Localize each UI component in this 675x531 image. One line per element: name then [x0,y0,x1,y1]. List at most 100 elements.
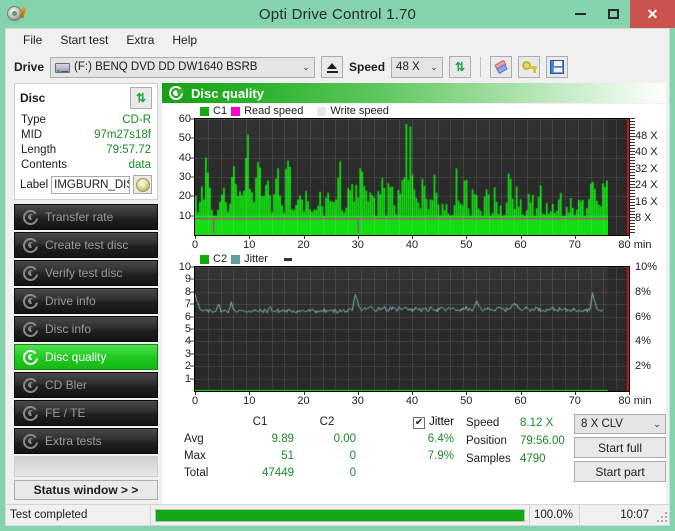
elapsed-time: 10:07 [579,505,653,525]
disc-quality-icon [169,86,185,100]
drive-select[interactable]: (F:) BENQ DVD DD DW1640 BSRB ⌄ [50,56,316,78]
jitter-checkbox[interactable]: ✔ [413,416,426,429]
x-tick-label: 0 [191,395,199,407]
speed-select[interactable]: 48 X ⌄ [391,56,444,78]
sidebar: Disc ⇅ Type CD-R MID 97m27s18f Length 79… [6,83,162,504]
sidebar-item-drive-info[interactable]: Drive info [14,288,158,314]
menu-help[interactable]: Help [163,31,206,49]
maximize-button[interactable] [597,0,630,28]
sidebar-item-fe-te[interactable]: FE / TE [14,400,158,426]
save-button[interactable] [546,56,569,78]
save-floppy-icon [550,60,565,74]
disc-row-type-key: Type [21,114,46,126]
speed-label: Speed [349,60,386,74]
disc-label-key: Label [20,178,49,191]
x-tick-label: 50 [460,395,473,407]
legend-swatch-jitter [231,254,241,264]
progress-percent: 100.0% [529,505,579,525]
y2-tick-label: 40 X [635,146,658,159]
progress-bar [155,508,525,522]
stats-header-jitter: Jitter [429,416,454,428]
y2-tick-label: 4% [635,335,651,348]
sidebar-item-extra-tests[interactable]: Extra tests [14,428,158,454]
sidebar-item-label: FE / TE [45,406,86,420]
x-tick-label: 60 [514,395,527,407]
sidebar-item-cd-bler[interactable]: CD Bler [14,372,158,398]
c2-plot-area[interactable] [194,266,630,392]
menu-start-test[interactable]: Start test [51,31,117,49]
sidebar-item-label: CD Bler [45,378,88,392]
erase-button[interactable] [490,56,513,78]
disc-label-row: Label IMGBURN_DIS [20,175,152,194]
x-tick-label: 60 [514,239,527,251]
test-speed-select[interactable]: 8 X CLV ⌄ [574,414,666,434]
menu-file[interactable]: File [14,31,51,49]
main-panel: Disc quality C1 Read speed Write speed 1… [162,83,672,504]
sidebar-item-label: Create test disc [45,238,129,252]
c1-legend: C1 Read speed Write speed [162,104,666,118]
disc-test-icon [23,237,40,253]
status-text: Test completed [10,509,88,521]
disc-test-icon [23,377,40,393]
x-tick-label: 30 [351,239,364,251]
jitter-toggle[interactable]: ✔ Jitter [398,414,456,431]
disc-test-icon [23,349,40,365]
stats-corner [162,414,224,431]
sidebar-item-transfer-rate[interactable]: Transfer rate [14,204,158,230]
panel-title: Disc quality [191,85,264,101]
c1-chart-block: C1 Read speed Write speed 10 20 30 40 50 60 8… [162,104,666,252]
sidebar-item-disc-quality[interactable]: Disc quality [14,344,158,370]
disc-refresh-button[interactable]: ⇅ [130,87,152,109]
minimize-button[interactable] [564,0,597,28]
disc-test-icon [23,265,40,281]
disc-test-icon [23,293,40,309]
eject-button[interactable] [321,56,344,78]
refresh-button[interactable]: ⇅ [449,56,472,78]
menu-extra[interactable]: Extra [117,31,163,49]
stats-max-jitter: 7.9% [427,450,454,462]
status-window-button[interactable]: Status window > > [14,480,158,500]
key-icon [521,60,537,74]
x-tick-label: 10 [243,395,256,407]
stats-avg-jitter: 6.4% [427,433,454,445]
status-bar: Test completed 100.0% 10:07 [6,504,669,525]
close-button[interactable]: ✕ [630,0,675,28]
stats-header-c1: C1 [252,416,268,428]
readout-position-key: Position [466,435,507,447]
sidebar-item-verify-test-disc[interactable]: Verify test disc [14,260,158,286]
disc-panel-title: Disc [20,91,46,105]
disc-info-panel: Disc ⇅ Type CD-R MID 97m27s18f Length 79… [14,83,158,200]
title-bar[interactable]: Opti Drive Control 1.70 ✕ [0,0,675,28]
y2-tick-label: 32 X [635,162,658,175]
c1-plot-area[interactable] [194,118,630,236]
stats-row-avg-key: Avg [184,433,204,445]
charts-container: C1 Read speed Write speed 10 20 30 40 50 60 8… [162,104,666,504]
c1-x-axis: 0 10 20 30 40 50 60 70 80 min [192,236,651,252]
start-full-button[interactable]: Start full [574,437,666,458]
disc-label-input[interactable]: IMGBURN_DIS [51,175,130,194]
resize-grip[interactable] [653,505,669,525]
sidebar-nav: Transfer rate Create test disc Verify te… [14,204,158,454]
x-tick-label: 70 [568,239,581,251]
start-part-button[interactable]: Start part [574,461,666,482]
chevron-down-icon: ⌄ [653,418,661,429]
cd-disc-button[interactable] [133,175,152,194]
disc-panel-header: Disc ⇅ [20,87,152,113]
cd-disc-icon [135,177,150,192]
c1-speed-axis: 8 X 16 X 24 X 32 X 40 X 48 X [630,118,666,236]
x-tick-label: 40 [405,239,419,251]
sidebar-item-disc-info[interactable]: Disc info [14,316,158,342]
toolbar-divider [480,57,482,77]
disc-test-icon [23,405,40,421]
sidebar-item-label: Transfer rate [45,210,114,224]
disc-test-icon [23,321,40,337]
stats-max-c2: 0 [349,450,356,462]
chevron-down-icon: ⌄ [302,61,310,72]
readout-samples-key: Samples [466,453,511,465]
eraser-icon [493,59,509,74]
options-button[interactable] [518,56,541,78]
stats-total-jitter [398,465,456,482]
sidebar-item-create-test-disc[interactable]: Create test disc [14,232,158,258]
y2-tick-label: 8 X [635,212,652,225]
x-tick-label: 10 [243,239,256,251]
